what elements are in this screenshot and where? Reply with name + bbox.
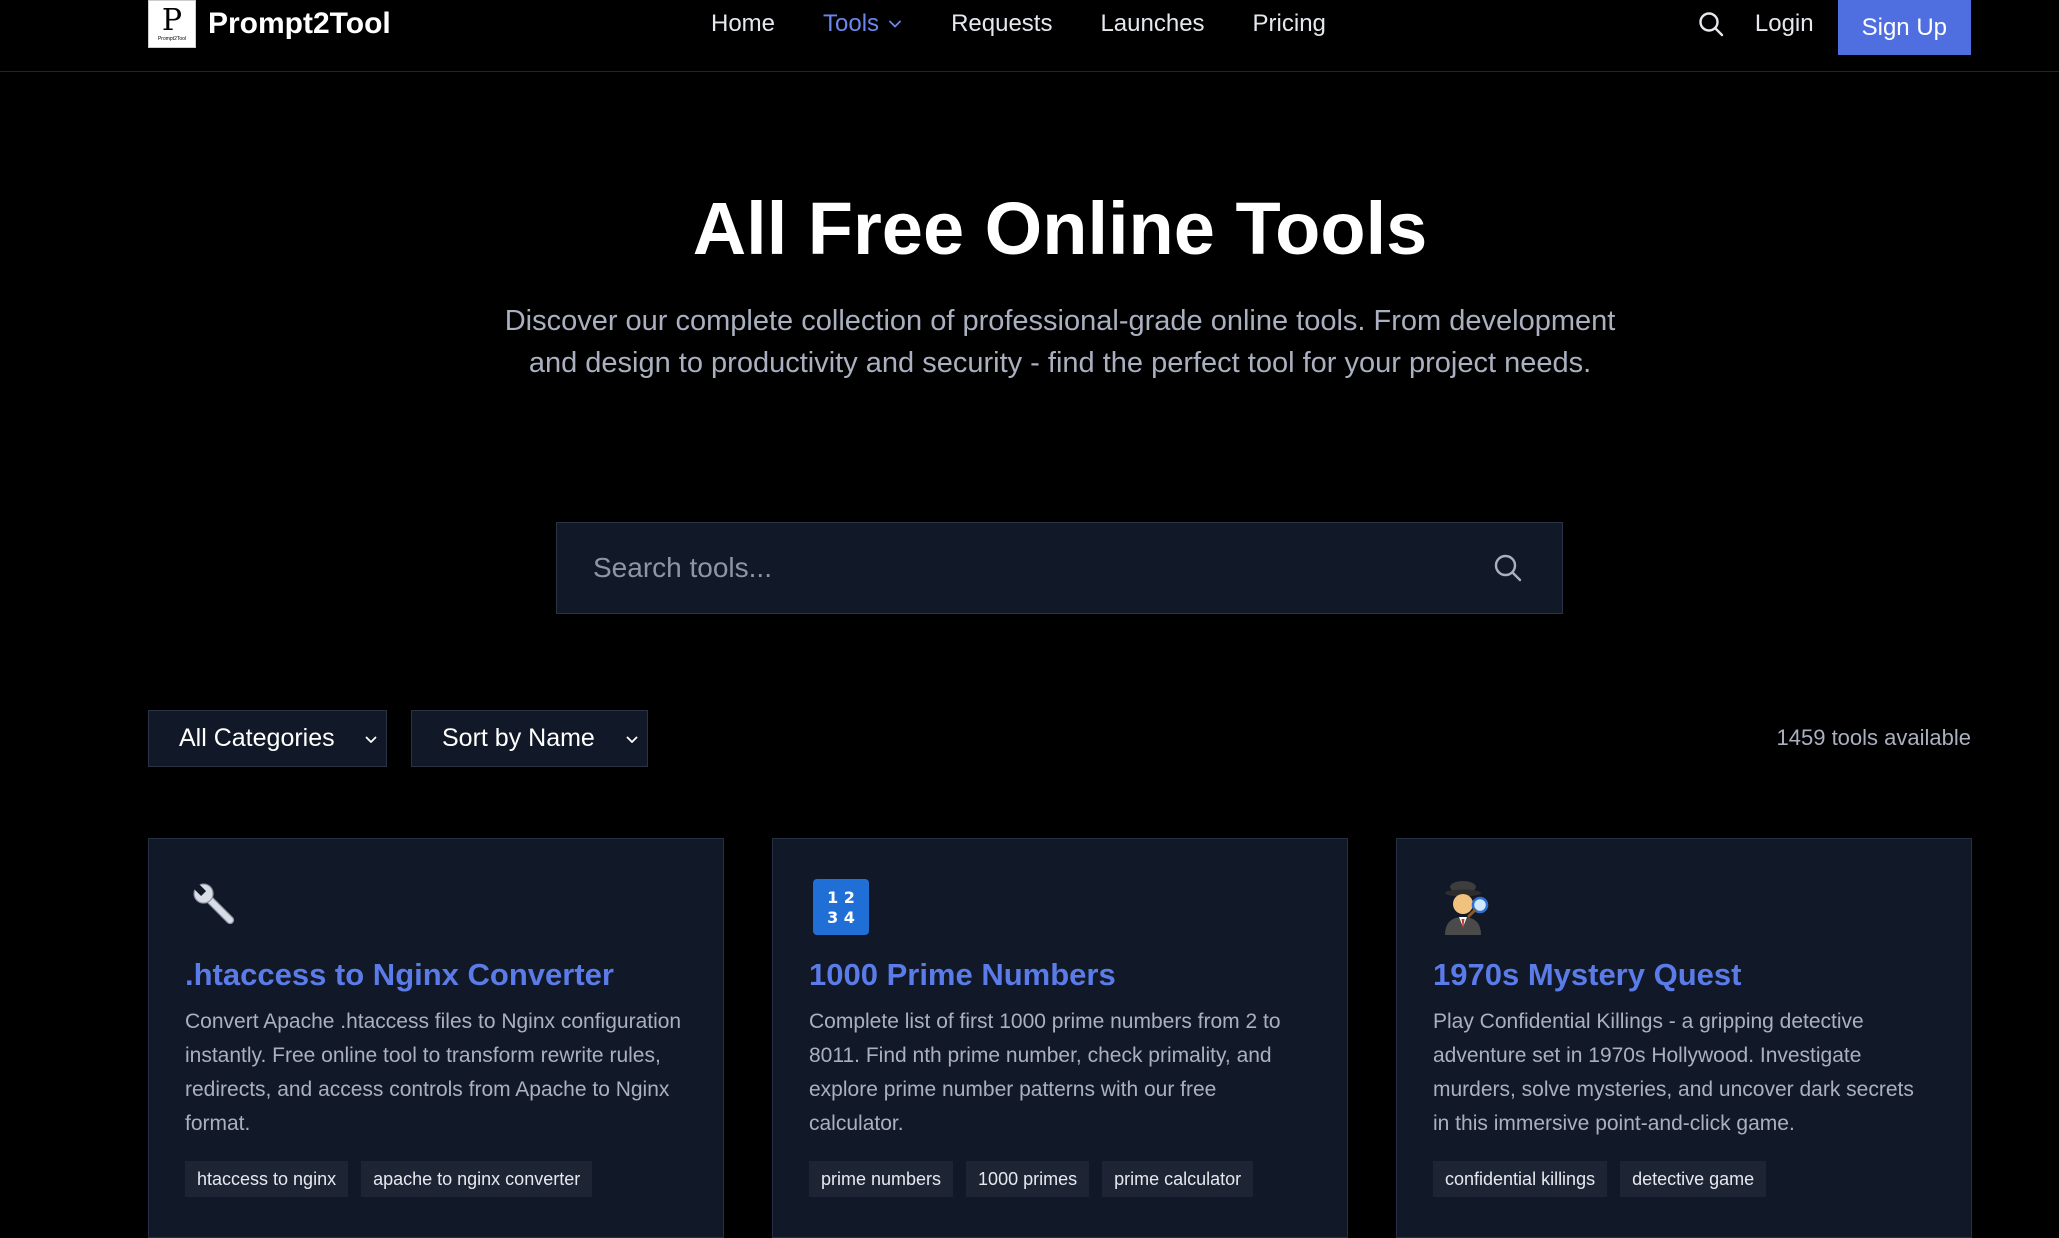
nav-launches[interactable]: Launches <box>1100 10 1204 38</box>
tag[interactable]: htaccess to nginx <box>185 1161 349 1197</box>
tool-card-description: Complete list of first 1000 prime number… <box>809 1010 1281 1135</box>
tool-card-tags: prime numbers 1000 primes prime calculat… <box>809 1161 1311 1197</box>
numbers-icon-top: 1 2 <box>827 888 855 907</box>
tool-card[interactable]: .htaccess to Nginx Converter Convert Apa… <box>148 838 724 1238</box>
numbers-icon-bottom: 3 4 <box>827 908 855 927</box>
tool-card-description: Play Confidential Killings - a gripping … <box>1433 1010 1914 1135</box>
tool-card-tags: htaccess to nginx apache to nginx conver… <box>185 1161 687 1197</box>
nav-tools[interactable]: Tools <box>823 10 903 38</box>
chevron-down-icon <box>365 736 377 743</box>
tag[interactable]: detective game <box>1620 1161 1767 1197</box>
tag[interactable]: confidential killings <box>1433 1161 1608 1197</box>
sort-select[interactable]: Sort by Name <box>411 710 648 767</box>
tool-card-description: Convert Apache .htaccess files to Nginx … <box>185 1010 682 1135</box>
signup-button[interactable]: Sign Up <box>1837 0 1971 55</box>
chevron-down-icon <box>626 736 638 743</box>
category-select[interactable]: All Categories <box>148 710 387 767</box>
tool-card-tags: confidential killings detective game <box>1433 1161 1935 1197</box>
numbers-icon: 1 2 3 4 <box>809 875 873 939</box>
tag[interactable]: apache to nginx converter <box>361 1161 593 1197</box>
tool-card-title[interactable]: 1970s Mystery Quest <box>1433 957 1935 993</box>
tool-search-box <box>556 522 1563 614</box>
search-icon <box>1494 554 1522 582</box>
login-link[interactable]: Login <box>1755 0 1814 48</box>
page-title: All Free Online Tools <box>692 187 1428 270</box>
wrench-icon <box>185 875 249 939</box>
tool-card-title[interactable]: 1000 Prime Numbers <box>809 957 1311 993</box>
detective-icon <box>1433 875 1497 939</box>
main-nav: Home Tools Requests Launches Pricing <box>711 0 1374 48</box>
nav-tools-label: Tools <box>823 10 880 37</box>
tag[interactable]: prime calculator <box>1102 1161 1254 1197</box>
logo-icon: P Prompt2Tool <box>148 0 196 48</box>
tag[interactable]: 1000 primes <box>966 1161 1090 1197</box>
sort-select-value: Sort by Name <box>442 724 595 752</box>
tools-count: 1459 tools available <box>1776 725 1971 750</box>
tool-card-title[interactable]: .htaccess to Nginx Converter <box>185 957 687 993</box>
nav-requests[interactable]: Requests <box>951 10 1052 38</box>
search-icon <box>1699 12 1724 37</box>
chevron-down-icon <box>889 20 901 28</box>
page-subtitle: Discover our complete collection of prof… <box>504 305 1616 379</box>
tag[interactable]: prime numbers <box>809 1161 954 1197</box>
tool-search-input[interactable] <box>557 523 1478 613</box>
tool-card[interactable]: 1 2 3 4 1000 Prime Numbers Complete list… <box>772 838 1348 1238</box>
top-navbar: P Prompt2Tool Prompt2Tool Home Tools Req… <box>0 0 2059 72</box>
site-logo[interactable]: P Prompt2Tool Prompt2Tool <box>148 0 391 48</box>
category-select-value: All Categories <box>179 724 335 752</box>
logo-text: Prompt2Tool <box>208 7 391 40</box>
nav-actions: Login Sign Up <box>1687 0 1971 55</box>
nav-home[interactable]: Home <box>711 10 775 38</box>
search-submit-button[interactable] <box>1478 538 1538 598</box>
nav-pricing[interactable]: Pricing <box>1253 10 1326 38</box>
tool-card[interactable]: 1970s Mystery Quest Play Confidential Ki… <box>1396 838 1972 1238</box>
nav-search-button[interactable] <box>1687 0 1735 48</box>
